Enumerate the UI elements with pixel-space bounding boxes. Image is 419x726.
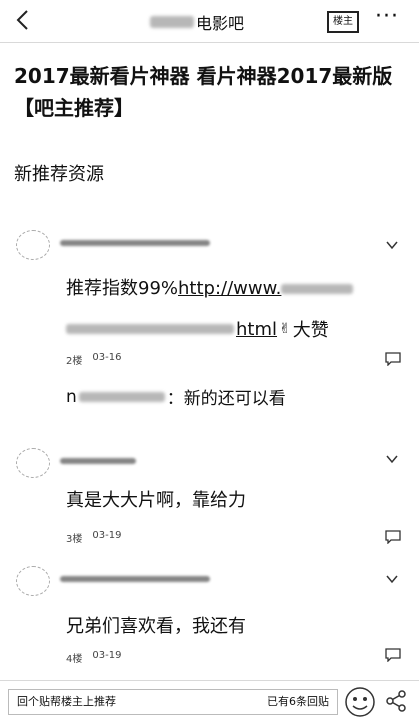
reply-meta: 3楼 03-19 bbox=[66, 530, 121, 545]
post-body: 新推荐资源 bbox=[14, 164, 104, 185]
floor-number: 3楼 bbox=[66, 534, 83, 545]
reply-text: 真是大大片啊，靠给力 bbox=[66, 490, 246, 511]
subreply-text: ：新的还可以看 bbox=[166, 389, 286, 409]
username-redacted[interactable] bbox=[60, 240, 210, 246]
forum-title-text: 电影吧 bbox=[196, 14, 245, 33]
forum-name-redacted bbox=[150, 16, 194, 28]
back-arrow-icon[interactable] bbox=[12, 8, 36, 32]
reply-text-line2: html ✌ 大赞 bbox=[66, 316, 329, 342]
reply-text-suffix: 大赞 bbox=[292, 320, 329, 341]
sticker-icon[interactable] bbox=[342, 685, 378, 719]
avatar[interactable] bbox=[16, 230, 50, 260]
only-louzhu-button[interactable]: 楼主 bbox=[327, 11, 359, 33]
reply-text: 推荐指数99%http://www. bbox=[66, 274, 354, 300]
link-redacted-2 bbox=[66, 324, 234, 334]
link-redacted bbox=[281, 284, 354, 294]
chevron-down-icon[interactable] bbox=[385, 452, 399, 466]
reply-date: 03-16 bbox=[92, 352, 122, 363]
floor-number: 4楼 bbox=[66, 654, 83, 665]
avatar[interactable] bbox=[16, 566, 50, 596]
subreply-user-redacted[interactable] bbox=[78, 391, 165, 402]
post-title: 2017最新看片神器 看片神器2017最新版【吧主推荐】 bbox=[14, 64, 393, 120]
reply-count: 已有6条回贴 bbox=[267, 695, 329, 708]
forum-title[interactable]: 电影吧 bbox=[150, 10, 244, 34]
comment-icon[interactable] bbox=[385, 352, 401, 366]
reply-meta: 4楼 03-19 bbox=[66, 650, 121, 665]
floor-number: 2楼 bbox=[66, 356, 83, 367]
reply-link[interactable]: http://www. bbox=[178, 278, 281, 299]
hand-emoji-icon: ✌ bbox=[279, 321, 291, 337]
more-menu-icon[interactable]: ··· bbox=[375, 4, 399, 29]
reply-link-tail[interactable]: html bbox=[236, 319, 277, 340]
reply-input[interactable]: 回个贴帮楼主上推荐 已有6条回贴 bbox=[8, 689, 338, 715]
username-redacted[interactable] bbox=[60, 458, 136, 464]
chevron-down-icon[interactable] bbox=[385, 238, 399, 252]
comment-icon[interactable] bbox=[385, 648, 401, 662]
share-icon[interactable] bbox=[385, 690, 407, 712]
reply-input-placeholder: 回个贴帮楼主上推荐 bbox=[17, 695, 116, 708]
reply-text: 兄弟们喜欢看，我还有 bbox=[66, 616, 246, 637]
reply-meta: 2楼 03-16 bbox=[66, 352, 121, 367]
comment-icon[interactable] bbox=[385, 530, 401, 544]
avatar[interactable] bbox=[16, 448, 50, 478]
reply-date: 03-19 bbox=[92, 530, 122, 541]
username-redacted[interactable] bbox=[60, 576, 210, 582]
top-bar: 电影吧 楼主 ··· bbox=[0, 0, 419, 43]
bottom-bar: 回个贴帮楼主上推荐 已有6条回贴 bbox=[0, 680, 419, 726]
reply-text-prefix: 推荐指数99% bbox=[66, 278, 179, 299]
subreply-user-initial[interactable]: n bbox=[66, 387, 77, 407]
reply-date: 03-19 bbox=[92, 650, 122, 661]
subreply: n ：新的还可以看 bbox=[66, 384, 286, 410]
chevron-down-icon[interactable] bbox=[385, 572, 399, 586]
